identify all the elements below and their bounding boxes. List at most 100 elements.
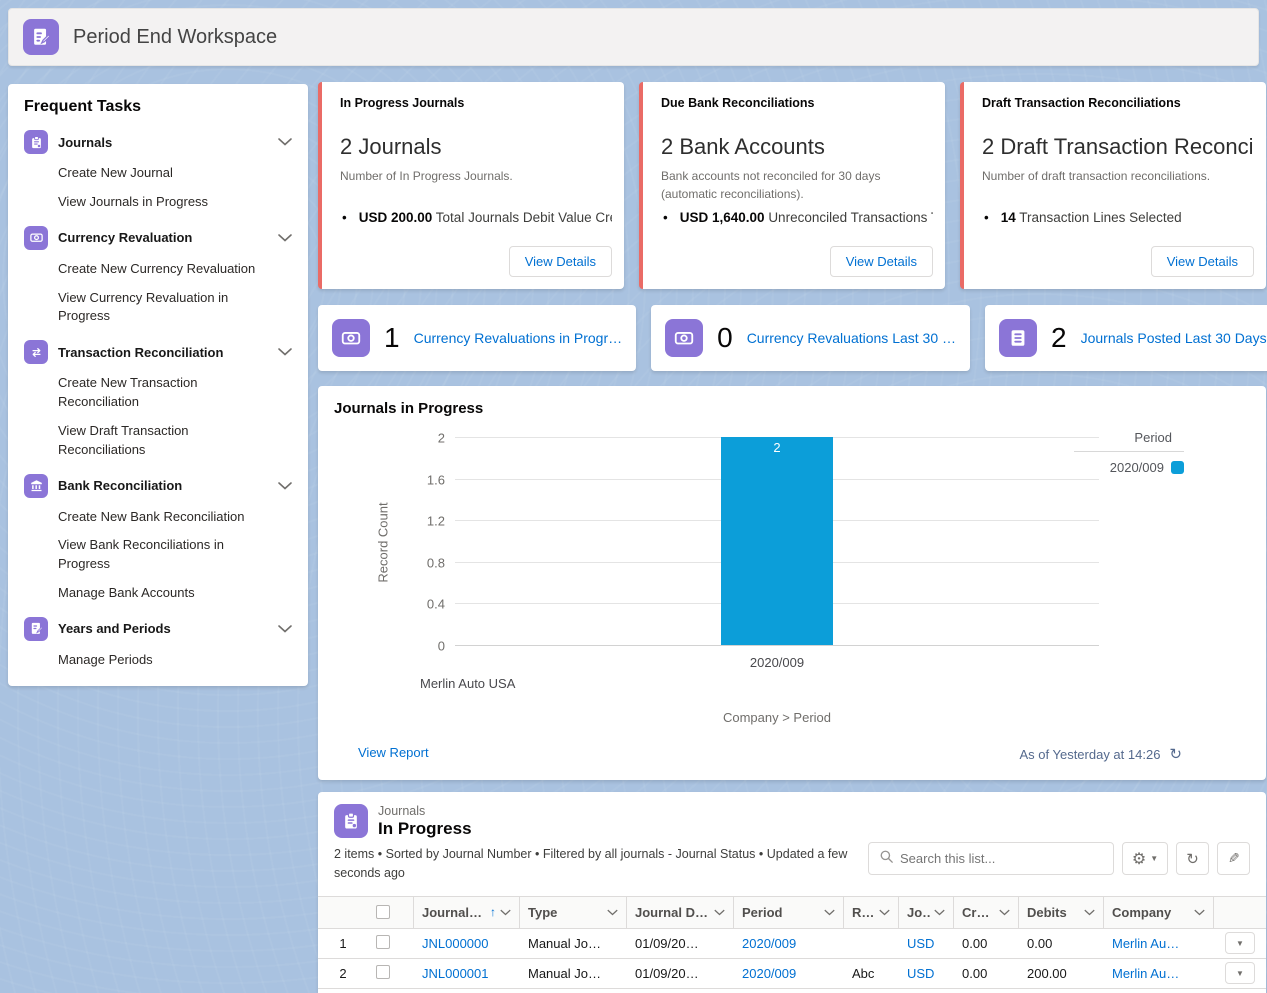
chart-bar[interactable]: 2 <box>721 437 833 645</box>
legend-swatch <box>1171 461 1184 474</box>
period-link[interactable]: 2020/009 <box>742 936 796 951</box>
column-header-r[interactable]: R… <box>844 897 899 928</box>
row-number: 2 <box>318 966 368 981</box>
metric-card-currency-revaluations-last-30: 0 Currency Revaluations Last 30 … <box>651 305 970 371</box>
legend-entry[interactable]: 2020/009 <box>1074 460 1184 475</box>
sidebar-group-years-and-periods[interactable]: Years and Periods <box>24 617 292 641</box>
journal-number-link[interactable]: JNL000001 <box>422 966 489 981</box>
sidebar-group-currency-revaluation[interactable]: Currency Revaluation <box>24 226 292 250</box>
company-link[interactable]: Merlin Au… <box>1112 936 1179 951</box>
sidebar-group-transaction-reconciliation[interactable]: Transaction Reconciliation <box>24 340 292 364</box>
chevron-down-icon[interactable] <box>278 625 292 633</box>
chevron-down-icon[interactable] <box>278 348 292 356</box>
column-header-cr[interactable]: Cr… <box>954 897 1019 928</box>
years-periods-icon <box>24 617 48 641</box>
chevron-down-icon <box>1194 909 1205 916</box>
company-link[interactable]: Merlin Au… <box>1112 966 1179 981</box>
journals-icon <box>334 804 368 838</box>
view-report-link[interactable]: View Report <box>358 745 429 760</box>
type-cell: Manual Jo… <box>520 966 627 981</box>
chevron-down-icon[interactable] <box>278 482 292 490</box>
sidebar-item-view-journals-in-progress[interactable]: View Journals in Progress <box>58 193 268 212</box>
select-all-checkbox[interactable] <box>376 905 390 919</box>
refresh-icon: ↻ <box>1186 850 1199 868</box>
period-link[interactable]: 2020/009 <box>742 966 796 981</box>
view-details-button[interactable]: View Details <box>830 246 933 277</box>
list-view-name[interactable]: In Progress <box>378 819 472 839</box>
currency-link[interactable]: USD <box>907 936 934 951</box>
refresh-icon[interactable]: ↻ <box>1169 745 1182 763</box>
view-details-button[interactable]: View Details <box>509 246 612 277</box>
column-header-type[interactable]: Type <box>520 897 627 928</box>
journal-number-link[interactable]: JNL000000 <box>422 936 489 951</box>
sidebar-group-bank-reconciliation[interactable]: Bank Reconciliation <box>24 474 292 498</box>
kpi-bullet: USD 200.00 Total Journals Debit Value Cr… <box>342 210 612 225</box>
row-actions-button[interactable]: ▼ <box>1225 962 1255 984</box>
kpi-card-in-progress-journals: In Progress Journals 2 Journals Number o… <box>318 82 624 289</box>
list-refresh-button[interactable]: ↻ <box>1176 842 1209 875</box>
list-settings-button[interactable]: ⚙▼ <box>1122 842 1168 875</box>
sidebar-item-create-new-bank-reconciliation[interactable]: Create New Bank Reconciliation <box>58 508 268 527</box>
sidebar-group-journals[interactable]: Journals <box>24 130 292 154</box>
row-actions-button[interactable]: ▼ <box>1225 932 1255 954</box>
column-header-journal[interactable]: Journal…↑ <box>414 897 520 928</box>
journals-icon <box>24 130 48 154</box>
kpi-description: Number of draft transaction reconciliati… <box>982 167 1247 185</box>
sidebar-item-view-bank-reconciliations-in-progress[interactable]: View Bank Reconciliations in Progress <box>58 536 268 574</box>
chevron-down-icon <box>607 909 618 916</box>
journals-in-progress-list-card: Journals In Progress 2 items • Sorted by… <box>318 792 1266 993</box>
kpi-row: In Progress Journals 2 Journals Number o… <box>318 82 1266 289</box>
search-icon <box>879 849 894 869</box>
row-checkbox[interactable] <box>376 935 390 949</box>
chart-legend: Period 2020/009 <box>1074 430 1184 475</box>
app-header: Period End Workspace <box>8 8 1259 66</box>
currency-link[interactable]: USD <box>907 966 934 981</box>
sidebar-item-manage-periods[interactable]: Manage Periods <box>58 651 268 670</box>
column-header-company[interactable]: Company <box>1104 897 1214 928</box>
chevron-down-icon <box>714 909 725 916</box>
list-summary: 2 items • Sorted by Journal Number • Fil… <box>318 839 888 894</box>
sidebar-item-create-new-currency-revaluation[interactable]: Create New Currency Revaluation <box>58 260 268 279</box>
column-header-period[interactable]: Period <box>734 897 844 928</box>
page-title: Period End Workspace <box>73 26 277 49</box>
metric-card-journals-posted-last-30: 2 Journals Posted Last 30 Days <box>985 305 1267 371</box>
currency-icon <box>332 319 370 357</box>
metric-card-currency-revaluations-in-progress: 1 Currency Revaluations in Progr… <box>318 305 636 371</box>
metric-link[interactable]: Currency Revaluations in Progr… <box>414 330 623 346</box>
sidebar-item-create-new-journal[interactable]: Create New Journal <box>58 164 268 183</box>
list-entity-label: Journals <box>378 804 472 818</box>
sidebar-item-create-new-transaction-reconciliation[interactable]: Create New Transaction Reconciliation <box>58 374 268 412</box>
journal-date-cell: 01/09/20… <box>627 966 734 981</box>
chevron-down-icon[interactable] <box>278 138 292 146</box>
kpi-title: In Progress Journals <box>340 96 610 110</box>
gear-icon: ⚙ <box>1132 849 1146 869</box>
view-details-button[interactable]: View Details <box>1151 246 1254 277</box>
journals-table: Journal…↑ Type Journal D… Period R… Jo… … <box>318 896 1266 989</box>
row-checkbox[interactable] <box>376 965 390 979</box>
list-search[interactable] <box>868 842 1114 875</box>
kpi-description: Bank accounts not reconciled for 30 days… <box>661 167 926 203</box>
column-header-jo[interactable]: Jo… <box>899 897 954 928</box>
list-edit-button[interactable]: ✎ <box>1217 842 1250 875</box>
kpi-card-due-bank-reconciliations: Due Bank Reconciliations 2 Bank Accounts… <box>639 82 945 289</box>
table-row: 1 JNL000000 Manual Jo… 01/09/20… 2020/00… <box>318 929 1266 959</box>
chevron-down-icon[interactable] <box>278 234 292 242</box>
chart-as-of: As of Yesterday at 14:26 ↻ <box>1019 745 1182 763</box>
kpi-card-draft-transaction-reconciliations: Draft Transaction Reconciliations 2 Draf… <box>960 82 1266 289</box>
column-header-journal-date[interactable]: Journal D… <box>627 897 734 928</box>
search-input[interactable] <box>900 851 1103 866</box>
list-header: Journals In Progress <box>318 804 1266 839</box>
chevron-down-icon <box>999 909 1010 916</box>
sidebar-item-view-currency-revaluation-in-progress[interactable]: View Currency Revaluation in Progress <box>58 289 268 327</box>
metric-link[interactable]: Journals Posted Last 30 Days <box>1081 330 1267 346</box>
debits-cell: 0.00 <box>1019 936 1104 951</box>
sidebar-item-manage-bank-accounts[interactable]: Manage Bank Accounts <box>58 584 268 603</box>
pencil-icon: ✎ <box>1228 850 1240 867</box>
sidebar-item-view-draft-transaction-reconciliations[interactable]: View Draft Transaction Reconciliations <box>58 422 268 460</box>
kpi-bullet: USD 1,640.00 Unreconciled Transactions T… <box>663 210 933 225</box>
debits-cell: 200.00 <box>1019 966 1104 981</box>
chevron-down-icon <box>879 909 890 916</box>
metric-link[interactable]: Currency Revaluations Last 30 … <box>747 330 956 346</box>
metric-row: 1 Currency Revaluations in Progr… 0 Curr… <box>318 305 1266 371</box>
column-header-debits[interactable]: Debits <box>1019 897 1104 928</box>
